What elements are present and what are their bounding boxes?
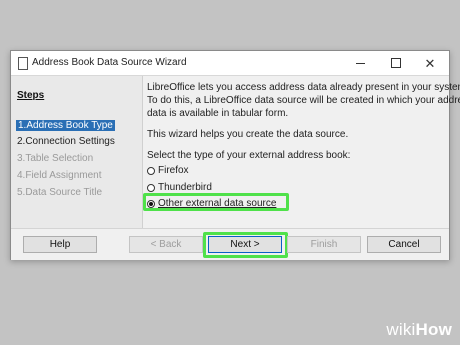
step-data-source-title: 5.Data Source Title — [17, 187, 103, 198]
radio-button[interactable] — [147, 166, 155, 175]
option-other-external[interactable]: Other external data source — [147, 197, 276, 210]
step-table-selection: 3.Table Selection — [17, 153, 94, 164]
option-label: Other external data source — [158, 198, 277, 209]
option-label: Thunderbird — [158, 182, 212, 193]
step-connection-settings[interactable]: 2.Connection Settings — [17, 136, 115, 147]
wizard-dialog: Address Book Data Source Wizard ✕ Steps … — [10, 50, 460, 260]
next-button[interactable]: Next > — [208, 236, 282, 253]
intro-line-1: LibreOffice lets you access address data… — [147, 82, 460, 93]
option-label: Firefox — [158, 165, 189, 176]
steps-pane: Steps 1.Address Book Type 2.Connection S… — [11, 76, 143, 228]
watermark-suffix: How — [415, 320, 452, 339]
step-address-book-type[interactable]: 1.Address Book Type — [16, 120, 115, 131]
minimize-button[interactable] — [343, 51, 377, 75]
helper-text: This wizard helps you create the data so… — [147, 129, 349, 140]
wizard-content: LibreOffice lets you access address data… — [143, 76, 460, 228]
title-bar[interactable]: Address Book Data Source Wizard ✕ — [11, 51, 449, 76]
maximize-button[interactable] — [379, 51, 413, 75]
document-icon — [18, 57, 28, 70]
radio-button[interactable] — [147, 183, 155, 192]
finish-button[interactable]: Finish — [287, 236, 361, 253]
close-icon: ✕ — [424, 55, 436, 71]
help-button[interactable]: Help — [23, 236, 97, 253]
select-prompt: Select the type of your external address… — [147, 150, 351, 161]
cancel-button[interactable]: Cancel — [367, 236, 441, 253]
watermark-prefix: wiki — [386, 320, 416, 339]
option-thunderbird[interactable]: Thunderbird — [147, 181, 212, 194]
option-firefox[interactable]: Firefox — [147, 164, 189, 177]
radio-button-selected[interactable] — [147, 199, 155, 208]
minimize-icon — [355, 62, 365, 64]
intro-line-3: data is available in tabular form. — [147, 108, 289, 119]
back-button[interactable]: < Back — [129, 236, 203, 253]
maximize-icon — [391, 58, 401, 68]
step-field-assignment: 4.Field Assignment — [17, 170, 102, 181]
intro-line-2: To do this, a LibreOffice data source wi… — [147, 95, 460, 106]
button-bar: Help < Back Next > Finish Cancel — [11, 228, 449, 260]
steps-heading: Steps — [17, 90, 45, 101]
close-button[interactable]: ✕ — [413, 51, 447, 75]
watermark: wikiHow — [386, 320, 452, 340]
window-title: Address Book Data Source Wizard — [32, 57, 187, 68]
